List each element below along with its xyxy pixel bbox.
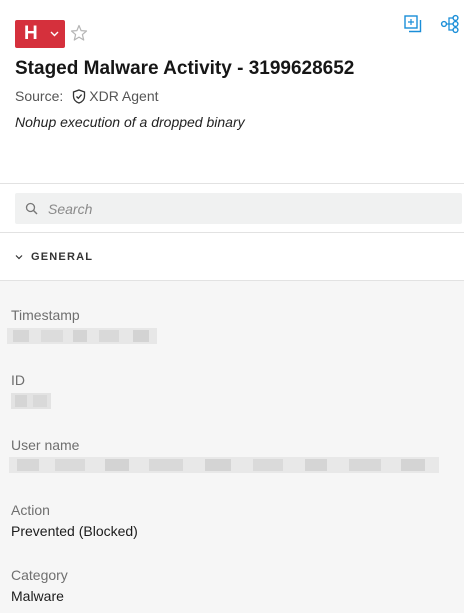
- category-label: Category: [11, 567, 68, 583]
- timestamp-label: Timestamp: [11, 307, 80, 323]
- action-value: Prevented (Blocked): [11, 523, 138, 539]
- general-section-toggle[interactable]: GENERAL: [0, 233, 464, 280]
- alert-title: Staged Malware Activity - 3199628652: [15, 58, 355, 79]
- section-title: GENERAL: [31, 250, 94, 263]
- search-input[interactable]: [46, 199, 430, 218]
- alert-description: Nohup execution of a dropped binary: [15, 114, 245, 130]
- category-value: Malware: [11, 588, 64, 604]
- alert-source: Source: XDR Agent: [15, 88, 159, 104]
- search-icon: [25, 202, 38, 215]
- user-name-label: User name: [11, 437, 80, 453]
- timestamp-redacted-value: [7, 328, 157, 344]
- action-label: Action: [11, 502, 50, 518]
- search-box[interactable]: [15, 193, 462, 224]
- causality-graph-icon[interactable]: [440, 14, 460, 34]
- shield-icon: [72, 88, 86, 104]
- id-label: ID: [11, 372, 25, 388]
- general-fields: Timestamp ID User name Action Prevented …: [0, 281, 464, 613]
- chevron-down-icon: [50, 31, 59, 37]
- id-redacted-value: [11, 393, 51, 409]
- severity-label: H: [24, 23, 38, 44]
- chevron-down-icon: [15, 253, 23, 261]
- alert-header: H Staged Malware Activity - 3199628652 S…: [0, 0, 464, 183]
- star-icon[interactable]: [70, 24, 88, 42]
- severity-dropdown[interactable]: H: [15, 20, 65, 48]
- source-label: Source:: [15, 88, 64, 104]
- source-value: XDR Agent: [89, 88, 159, 104]
- header-divider: [0, 183, 464, 184]
- user-name-redacted-value: [9, 457, 439, 473]
- copy-icon[interactable]: [403, 14, 423, 34]
